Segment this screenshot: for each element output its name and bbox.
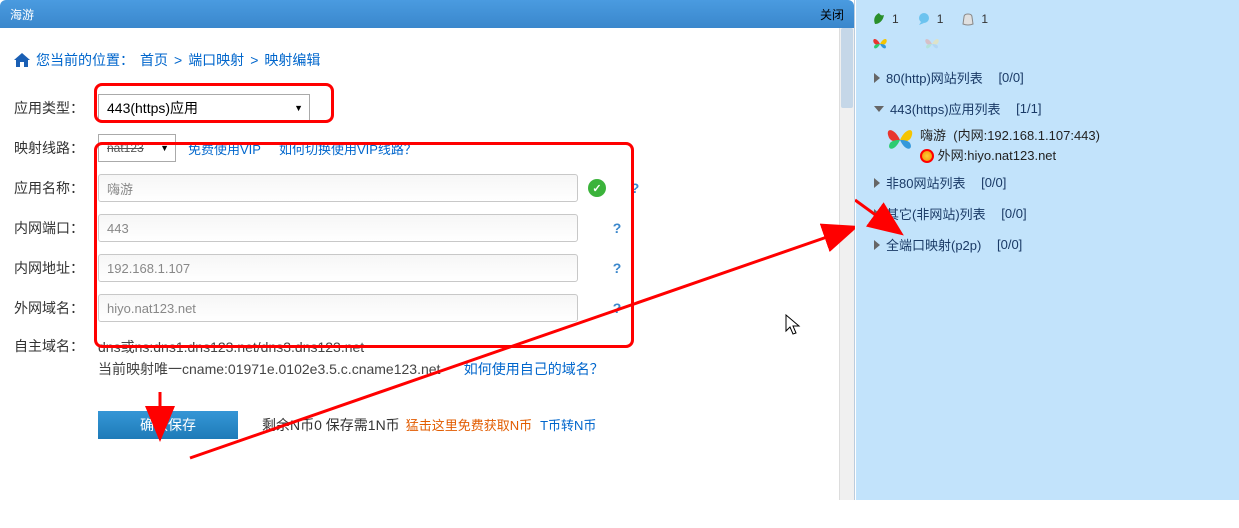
arrow-right-icon (874, 73, 880, 83)
tree-p2p-count: [0/0] (997, 237, 1022, 252)
tree-https-label: 443(https)应用列表 (890, 99, 1001, 118)
link-transfer-coin[interactable]: T币转N币 (540, 415, 596, 434)
input-inner-addr[interactable] (98, 254, 578, 282)
main-pane: 海游 关闭 您当前的位置： 首页 > 端口映射 > 映射编辑 应用类型： 443… (0, 0, 855, 500)
tree-https[interactable]: 443(https)应用列表 [1/1] (866, 93, 1239, 124)
help-outer-domain[interactable]: ? (608, 299, 626, 317)
smiley-icon (920, 149, 934, 163)
bubble-icon (917, 12, 931, 26)
titlebar: 海游 关闭 (0, 0, 854, 28)
breadcrumb-sep: > (250, 52, 258, 68)
leaf-icon (872, 12, 886, 26)
scrollbar[interactable] (839, 28, 854, 500)
side-stats: 1 1 1 (866, 8, 1239, 30)
input-app-name[interactable] (98, 174, 578, 202)
tree-http[interactable]: 80(http)网站列表 [0/0] (866, 62, 1239, 93)
stat-3: 1 (981, 12, 988, 26)
tree-other[interactable]: 其它(非网站)列表 [0/0] (866, 198, 1239, 229)
select-app-type-value: 443(https)应用 (107, 98, 198, 118)
dns-line1: dns或ns:dns1.dns123.net/dns3.dns123.net (98, 336, 604, 358)
coin-remain: 剩余N币0 保存需1N币 (262, 415, 400, 435)
label-own-domain: 自主域名： (14, 336, 98, 356)
form: 应用类型： 443(https)应用 映射线路： nat123 免费使用VIP … (0, 80, 854, 445)
arrow-down-icon (874, 106, 884, 112)
arrow-right-icon (874, 178, 880, 188)
confirm-save-button[interactable]: 确认保存 (98, 411, 238, 439)
link-get-coin[interactable]: 猛击这里免费获取N币 (406, 415, 532, 434)
row-own-domain: 自主域名： dns或ns:dns1.dns123.net/dns3.dns123… (14, 328, 854, 381)
row-inner-addr: 内网地址： ? (14, 248, 854, 288)
tree-https-detail: 嗨游 (内网:192.168.1.107:443) 外网:hiyo.nat123… (920, 126, 1100, 165)
breadcrumb-home[interactable]: 首页 (140, 50, 168, 70)
input-inner-port[interactable] (98, 214, 578, 242)
link-free-vip[interactable]: 免费使用VIP (188, 139, 261, 158)
tree-p2p-label: 全端口映射(p2p) (886, 235, 981, 254)
select-app-type[interactable]: 443(https)应用 (98, 94, 310, 122)
help-app-name[interactable]: ? (626, 179, 644, 197)
tree-non80-count: [0/0] (981, 175, 1006, 190)
link-own-domain-q[interactable]: 如何使用自己的域名？ (464, 361, 604, 377)
child-name: 嗨游 (920, 128, 946, 143)
tree-http-count: [0/0] (998, 70, 1023, 85)
dns-info: dns或ns:dns1.dns123.net/dns3.dns123.net 当… (98, 336, 604, 381)
arrow-right-icon (874, 209, 880, 219)
row-app-name: 应用名称： ? (14, 168, 854, 208)
stat-1: 1 (892, 12, 899, 26)
label-inner-port: 内网端口： (14, 218, 98, 238)
row-inner-port: 内网端口： ? (14, 208, 854, 248)
stat-2: 1 (937, 12, 944, 26)
side-app-icons (866, 30, 1239, 62)
help-inner-port[interactable]: ? (608, 219, 626, 237)
select-line-value: nat123 (107, 141, 144, 155)
bag-icon (961, 12, 975, 26)
label-app-name: 应用名称： (14, 178, 98, 198)
row-confirm: 确认保存 剩余N币0 保存需1N币 猛击这里免费获取N币 T币转N币 (14, 405, 854, 445)
breadcrumb-sep: > (174, 52, 182, 68)
tree-https-child[interactable]: 嗨游 (内网:192.168.1.107:443) 外网:hiyo.nat123… (866, 124, 1239, 167)
butterfly-rainbow-icon (886, 126, 914, 154)
check-icon (588, 179, 606, 197)
label-inner-addr: 内网地址： (14, 258, 98, 278)
tree-other-label: 其它(非网站)列表 (886, 204, 986, 223)
content-area: 您当前的位置： 首页 > 端口映射 > 映射编辑 应用类型： 443(https… (0, 28, 854, 500)
row-app-type: 应用类型： 443(https)应用 (14, 88, 854, 128)
row-outer-domain: 外网域名： ? (14, 288, 854, 328)
cursor-icon (785, 314, 801, 341)
tree-non80-label: 非80网站列表 (886, 173, 965, 192)
row-line: 映射线路： nat123 免费使用VIP 如何切换使用VIP线路？ (14, 128, 854, 168)
butterfly-rainbow-icon (872, 36, 888, 52)
tree-other-count: [0/0] (1001, 206, 1026, 221)
butterfly-faded-icon (924, 36, 940, 52)
breadcrumb-current: 映射编辑 (264, 50, 320, 70)
label-line: 映射线路： (14, 138, 98, 158)
input-outer-domain[interactable] (98, 294, 578, 322)
side-pane: 1 1 1 80(http)网站列表 [0/0] 443(https)应用列表 (856, 0, 1239, 500)
breadcrumb: 您当前的位置： 首页 > 端口映射 > 映射编辑 (0, 40, 854, 80)
label-app-type: 应用类型： (14, 98, 98, 118)
child-inner: (内网:192.168.1.107:443) (953, 128, 1100, 143)
scrollbar-thumb[interactable] (841, 28, 853, 108)
child-outer: 外网:hiyo.nat123.net (938, 148, 1057, 163)
tree-p2p[interactable]: 全端口映射(p2p) [0/0] (866, 229, 1239, 260)
help-inner-addr[interactable]: ? (608, 259, 626, 277)
dns-line2: 当前映射唯一cname:01971e.0102e3.5.c.cname123.n… (98, 361, 440, 377)
breadcrumb-label: 您当前的位置： (36, 50, 134, 70)
tree-http-label: 80(http)网站列表 (886, 68, 983, 87)
tree-non80[interactable]: 非80网站列表 [0/0] (866, 167, 1239, 198)
arrow-right-icon (874, 240, 880, 250)
home-icon (14, 53, 30, 67)
select-line[interactable]: nat123 (98, 134, 176, 162)
breadcrumb-port-mapping[interactable]: 端口映射 (188, 50, 244, 70)
tree-https-count: [1/1] (1016, 101, 1041, 116)
window-title: 海游 (10, 6, 34, 23)
link-switch-vip[interactable]: 如何切换使用VIP线路？ (279, 139, 417, 158)
label-outer-domain: 外网域名： (14, 298, 98, 318)
close-button[interactable]: 关闭 (820, 6, 844, 23)
